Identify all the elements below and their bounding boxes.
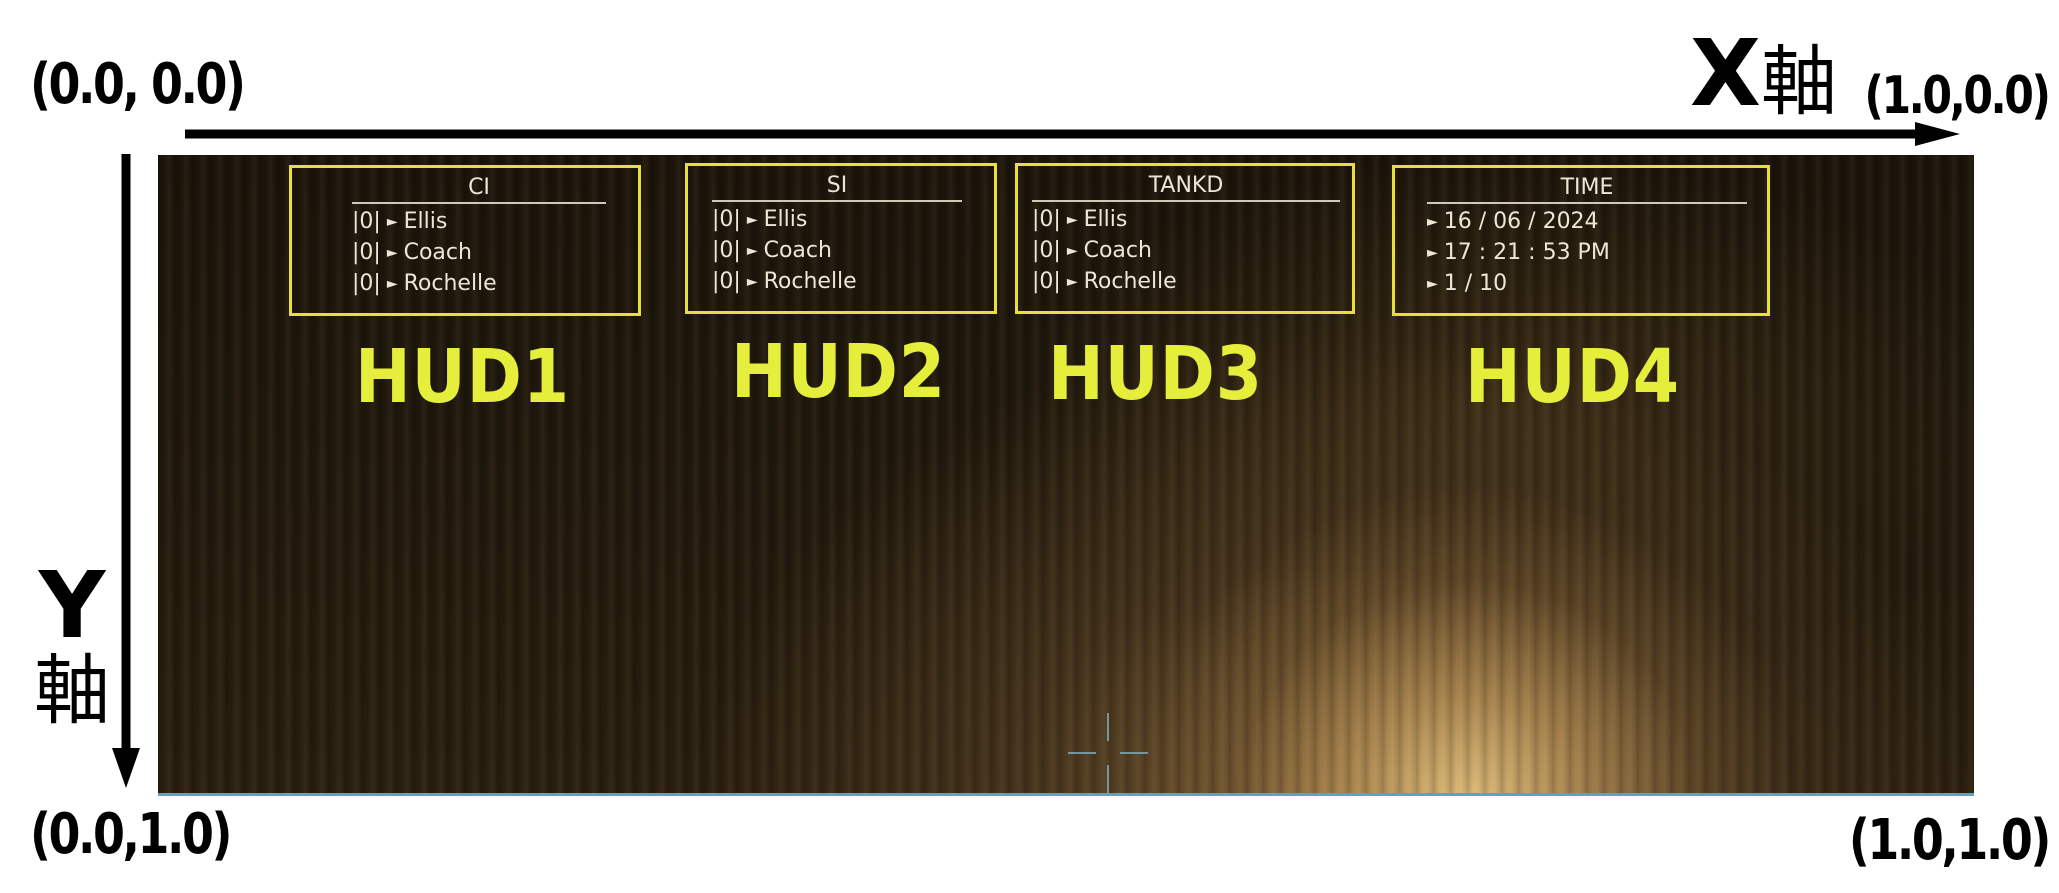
hud-row: |0| ► Ellis (352, 206, 497, 237)
y-axis-kanji: 軸 (34, 646, 110, 736)
corner-label-bottom-left: (0.0,1.0) (30, 802, 232, 867)
play-triangle-icon: ► (746, 274, 758, 290)
x-axis-kanji: 軸 (1760, 37, 1837, 126)
hud-row-name: Ellis (403, 209, 448, 234)
x-axis-letter: X (1690, 20, 1761, 127)
hud-row-name: Rochelle (1083, 269, 1177, 294)
hud-row-count: |0| (712, 269, 741, 294)
play-triangle-icon: ► (1066, 243, 1078, 259)
hud-row: ► 16 / 06 / 2024 (1427, 206, 1610, 237)
x-axis-title: X 軸 (1690, 28, 1837, 120)
corner-label-bottom-right: (1.0,1.0) (1849, 808, 2051, 873)
hud-row-name: Rochelle (403, 271, 497, 296)
hud-row-count: |0| (712, 238, 741, 263)
play-triangle-icon: ► (1066, 212, 1078, 228)
hud-title: TIME (1427, 174, 1747, 204)
hud-caption-4: HUD4 (1465, 334, 1681, 420)
hud-row: |0| ► Rochelle (352, 268, 497, 299)
hud-row-name: Coach (403, 240, 472, 265)
hud-caption-3: HUD3 (1048, 331, 1264, 417)
hud-row: ► 17 : 21 : 53 PM (1427, 237, 1610, 268)
hud-row-count: |0| (712, 207, 741, 232)
hud-row-name: Coach (1083, 238, 1152, 263)
hud-row-name: Ellis (763, 207, 808, 232)
hud-row-count: |0| (1032, 207, 1061, 232)
hud-row-count: |0| (352, 240, 381, 265)
hud-panel-si: SI |0| ► Ellis |0| ► Coach |0| ► Rochelle (685, 163, 997, 314)
hud-row: |0| ► Rochelle (712, 266, 857, 297)
hud-title: SI (712, 172, 962, 202)
hud-panel-time: TIME ► 16 / 06 / 2024 ► 17 : 21 : 53 PM ► 1… (1392, 165, 1770, 316)
corner-label-top-left: (0.0, 0.0) (30, 52, 246, 117)
hud-row: ► 1 / 10 (1427, 268, 1610, 299)
play-triangle-icon: ► (1427, 214, 1438, 230)
y-axis-letter: Y (38, 552, 106, 659)
hud-row-name: Rochelle (763, 269, 857, 294)
hud-caption-1: HUD1 (355, 334, 571, 420)
hud-row-round: 1 / 10 (1443, 271, 1508, 296)
hud-row-clock: 17 : 21 : 53 PM (1443, 240, 1610, 265)
hud-title: CI (352, 174, 606, 204)
play-triangle-icon: ► (386, 214, 398, 230)
y-axis-arrow-icon (112, 154, 140, 788)
play-triangle-icon: ► (1427, 245, 1438, 261)
hud-row-name: Coach (763, 238, 832, 263)
hud-row: |0| ► Ellis (1032, 204, 1177, 235)
game-viewport: CI |0| ► Ellis |0| ► Coach |0| ► Rochelle HUD1… (158, 155, 1974, 796)
hud-panel-ci: CI |0| ► Ellis |0| ► Coach |0| ► Rochelle (289, 165, 641, 316)
hud-panel-tankd: TANKD |0| ► Ellis |0| ► Coach |0| ► Rochelle (1015, 163, 1355, 314)
hud-row-count: |0| (352, 271, 381, 296)
hud-row: |0| ► Ellis (712, 204, 857, 235)
play-triangle-icon: ► (1427, 276, 1438, 292)
hud-row: |0| ► Coach (1032, 235, 1177, 266)
hud-row: |0| ► Coach (712, 235, 857, 266)
hud-row: |0| ► Rochelle (1032, 266, 1177, 297)
hud-row-date: 16 / 06 / 2024 (1443, 209, 1599, 234)
play-triangle-icon: ► (386, 276, 398, 292)
y-axis-title: Y 軸 (34, 552, 110, 736)
hud-row-count: |0| (1032, 238, 1061, 263)
play-triangle-icon: ► (746, 212, 758, 228)
x-axis-arrow-icon (185, 122, 1960, 146)
hud-row-count: |0| (1032, 269, 1061, 294)
hud-title: TANKD (1032, 172, 1340, 202)
hud-row: |0| ► Coach (352, 237, 497, 268)
play-triangle-icon: ► (746, 243, 758, 259)
hud-row-count: |0| (352, 209, 381, 234)
play-triangle-icon: ► (1066, 274, 1078, 290)
hud-row-name: Ellis (1083, 207, 1128, 232)
hud-caption-2: HUD2 (731, 329, 947, 415)
play-triangle-icon: ► (386, 245, 398, 261)
corner-label-top-right: (1.0,0.0) (1864, 66, 2052, 126)
crosshair-icon (1068, 713, 1148, 793)
